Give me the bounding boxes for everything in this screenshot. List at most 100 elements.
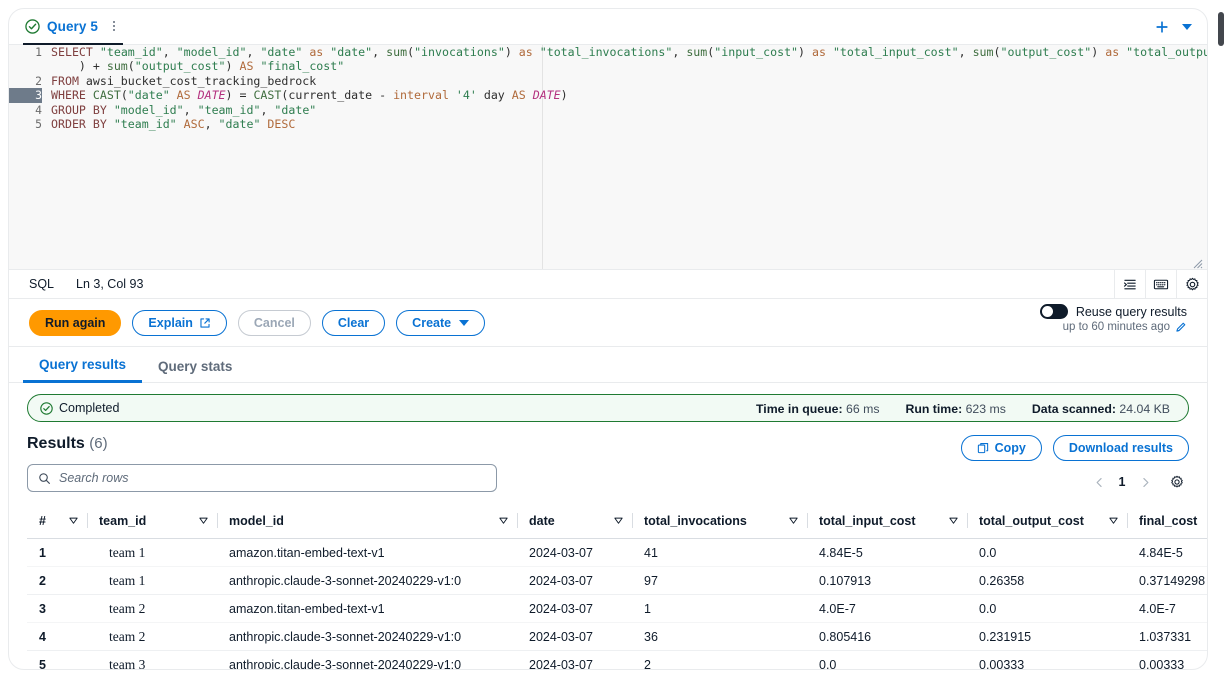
tab-query-stats-label: Query stats: [158, 359, 232, 374]
format-icon[interactable]: [1114, 270, 1145, 299]
line-number: 3: [9, 88, 42, 102]
search-rows-box[interactable]: Search rows: [27, 464, 497, 492]
page-number[interactable]: 1: [1113, 475, 1131, 489]
copy-icon: [977, 442, 989, 454]
query-tab-query-5[interactable]: Query 5: [23, 9, 123, 45]
status-banner: Completed Time in queue: 66 msRun time: …: [27, 394, 1189, 422]
cell-date: 2024-03-07: [517, 623, 632, 651]
column-header-total_output_cost[interactable]: total_output_cost: [967, 506, 1127, 539]
search-icon: [38, 472, 51, 485]
table-row[interactable]: 3team 2amazon.titan-embed-text-v12024-03…: [27, 595, 1208, 623]
editor-resize-handle[interactable]: [1193, 256, 1203, 266]
column-header-total_input_cost[interactable]: total_input_cost: [807, 506, 967, 539]
query-tabs-dropdown-button[interactable]: [1177, 15, 1197, 39]
metric-value: 24.04 KB: [1116, 402, 1170, 416]
sort-icon[interactable]: [498, 515, 509, 526]
clear-button[interactable]: Clear: [322, 310, 385, 336]
check-circle-icon: [40, 402, 53, 415]
chevron-right-icon[interactable]: [1135, 472, 1155, 492]
results-table-scroll: #team_idmodel_iddatetotal_invocationstot…: [9, 506, 1207, 670]
cell-total_input_cost: 4.84E-5: [807, 539, 967, 567]
run-again-button[interactable]: Run again: [29, 310, 121, 336]
cell-model_id: amazon.titan-embed-text-v1: [217, 539, 517, 567]
cell-model_id: anthropic.claude-3-sonnet-20240229-v1:0: [217, 651, 517, 671]
column-header-final_cost[interactable]: final_cost: [1127, 506, 1208, 539]
code-line-2: 2FROM awsi_bucket_cost_tracking_bedrock: [9, 74, 1207, 88]
cancel-label: Cancel: [254, 316, 295, 330]
reuse-query-results: Reuse query results up to 60 minutes ago: [1040, 304, 1187, 333]
explain-button[interactable]: Explain: [132, 310, 226, 336]
create-button[interactable]: Create: [396, 310, 485, 336]
cell-date: 2024-03-07: [517, 595, 632, 623]
pencil-icon[interactable]: [1175, 321, 1187, 333]
sort-icon[interactable]: [788, 515, 799, 526]
sort-icon[interactable]: [948, 515, 959, 526]
editor-language-label: SQL: [29, 277, 54, 291]
column-header-total_invocations[interactable]: total_invocations: [632, 506, 807, 539]
sql-code-content[interactable]: 1SELECT "team_id", "model_id", "date" as…: [9, 45, 1207, 269]
cell-total_output_cost: 0.26358: [967, 567, 1127, 595]
clear-label: Clear: [338, 316, 369, 330]
download-results-button[interactable]: Download results: [1053, 435, 1189, 461]
cell-#: 4: [27, 623, 87, 651]
code-text: GROUP BY "model_id", "team_id", "date": [51, 103, 316, 117]
table-row[interactable]: 4team 2anthropic.claude-3-sonnet-2024022…: [27, 623, 1208, 651]
column-header-team_id[interactable]: team_id: [87, 506, 217, 539]
table-row[interactable]: 5team 3anthropic.claude-3-sonnet-2024022…: [27, 651, 1208, 671]
sort-icon[interactable]: [613, 515, 624, 526]
query-tab-label: Query 5: [47, 19, 98, 34]
tab-query-results-label: Query results: [39, 357, 126, 372]
page-root: Query 5 1SELECT "team_id", "model_id", "…: [0, 0, 1226, 678]
sort-icon[interactable]: [198, 515, 209, 526]
copy-button[interactable]: Copy: [961, 435, 1042, 461]
sql-editor[interactable]: 1SELECT "team_id", "model_id", "date" as…: [9, 45, 1207, 269]
reuse-query-results-toggle[interactable]: [1040, 304, 1068, 319]
cell-total_invocations: 41: [632, 539, 807, 567]
cell-total_input_cost: 0.805416: [807, 623, 967, 651]
results-settings-gear-icon[interactable]: [1165, 472, 1189, 492]
metric-label: Time in queue:: [756, 402, 843, 416]
table-row[interactable]: 2team 1anthropic.claude-3-sonnet-2024022…: [27, 567, 1208, 595]
cell-total_output_cost: 0.0: [967, 539, 1127, 567]
editor-cursor-position: Ln 3, Col 93: [76, 277, 143, 291]
keyboard-icon[interactable]: [1145, 270, 1176, 299]
cell-date: 2024-03-07: [517, 539, 632, 567]
sort-icon[interactable]: [68, 515, 79, 526]
tab-query-stats[interactable]: Query stats: [142, 360, 248, 383]
column-divider: [217, 513, 218, 528]
search-input[interactable]: Search rows: [59, 471, 128, 485]
metric-label: Data scanned:: [1032, 402, 1116, 416]
results-header: Results (6) Search rows: [9, 422, 1207, 492]
vertical-scrollbar-thumb[interactable]: [1218, 12, 1224, 46]
sort-icon[interactable]: [1108, 515, 1119, 526]
results-table: #team_idmodel_iddatetotal_invocationstot…: [27, 506, 1208, 670]
cell-date: 2024-03-07: [517, 651, 632, 671]
tab-query-results[interactable]: Query results: [23, 358, 142, 384]
cell-final_cost: 0.00333: [1127, 651, 1208, 671]
add-query-button[interactable]: [1149, 15, 1175, 39]
table-row[interactable]: 1team 1amazon.titan-embed-text-v12024-03…: [27, 539, 1208, 567]
query-tab-strip-actions: [1149, 9, 1197, 45]
column-divider: [807, 513, 808, 528]
code-line-4: 4GROUP BY "model_id", "team_id", "date": [9, 103, 1207, 117]
create-label: Create: [412, 316, 451, 330]
code-text: ORDER BY "team_id" ASC, "date" DESC: [51, 117, 295, 131]
results-pagination: 1: [1089, 472, 1189, 492]
column-header-model_id[interactable]: model_id: [217, 506, 517, 539]
query-action-bar: Run again Explain Cancel Clear Cr: [9, 299, 1207, 347]
cell-team_id: team 2: [87, 595, 217, 623]
kebab-menu-icon[interactable]: [107, 18, 121, 34]
column-divider: [517, 513, 518, 528]
query-editor-panel: Query 5 1SELECT "team_id", "model_id", "…: [8, 8, 1208, 670]
cell-final_cost: 0.37149298: [1127, 567, 1208, 595]
results-table-header-row: #team_idmodel_iddatetotal_invocationstot…: [27, 506, 1208, 539]
column-header-label: team_id: [99, 514, 198, 528]
results-table-body: 1team 1amazon.titan-embed-text-v12024-03…: [27, 539, 1208, 671]
cell-date: 2024-03-07: [517, 567, 632, 595]
column-header-label: #: [39, 514, 68, 528]
chevron-left-icon[interactable]: [1089, 472, 1109, 492]
column-header-#[interactable]: #: [27, 506, 87, 539]
column-header-date[interactable]: date: [517, 506, 632, 539]
metric-0: Time in queue: 66 ms: [756, 402, 879, 416]
gear-icon[interactable]: [1176, 270, 1207, 299]
